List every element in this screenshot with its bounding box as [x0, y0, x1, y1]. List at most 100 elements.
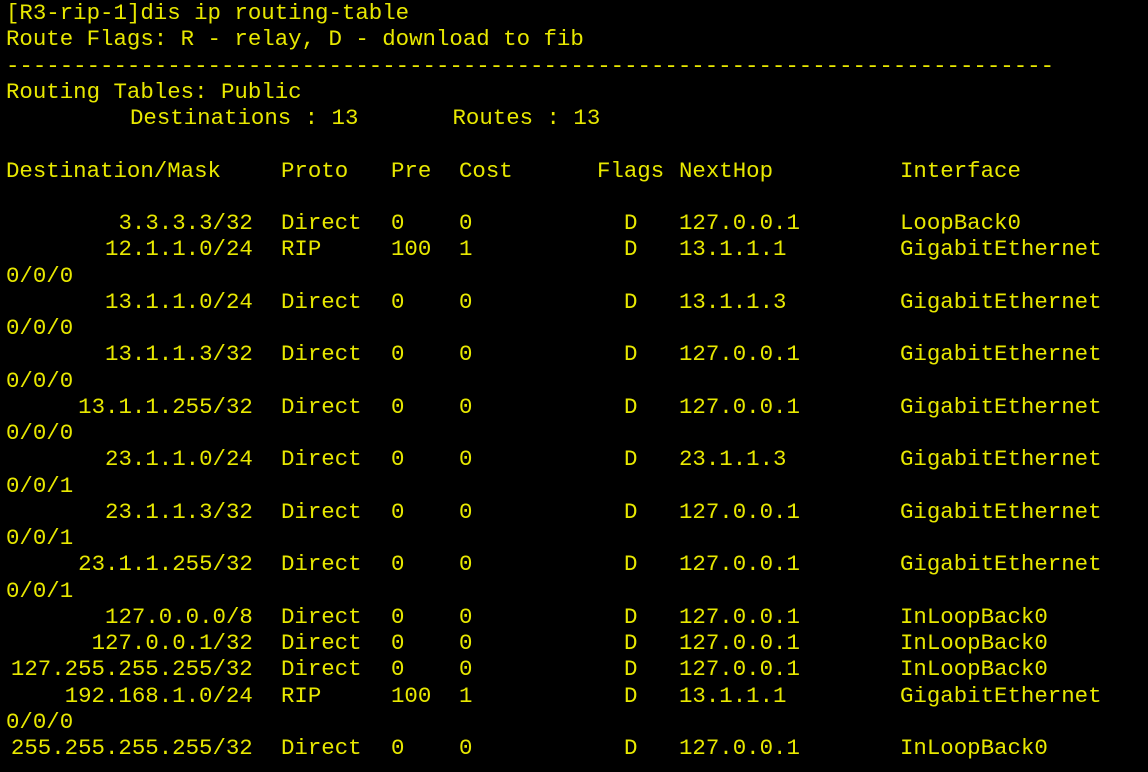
route-proto: Direct: [281, 210, 362, 236]
table-row: 192.168.1.0/24 RIP 100 1 D 13.1.1.1 GigabitEth…: [6, 683, 1148, 709]
route-proto: Direct: [281, 446, 362, 473]
route-flags: D: [624, 288, 638, 315]
route-cost: 0: [459, 551, 473, 578]
route-proto: Direct: [281, 551, 362, 578]
route-pre: 0: [391, 393, 405, 420]
route-destination: 23.1.1.0/24: [105, 446, 253, 473]
table-row: 23.1.1.255/32 Direct 0 0 D 127.0.0.1 GigabitEt…: [6, 551, 1148, 577]
header-cost: Cost: [459, 157, 513, 184]
table-row: 127.0.0.0/8 Direct 0 0 D 127.0.0.1 InLoopBack0: [6, 604, 1148, 630]
table-row: 13.1.1.3/32 Direct 0 0 D 127.0.0.1 GigabitEthe…: [6, 341, 1148, 367]
route-cost: 0: [459, 735, 473, 761]
route-pre: 0: [391, 498, 405, 525]
route-interface: GigabitEthernet: [900, 551, 1102, 578]
route-interface: GigabitEthernet: [900, 682, 1102, 709]
route-nexthop: 127.0.0.1: [679, 551, 800, 578]
route-pre: 100: [391, 682, 432, 709]
interface-continuation: 0/0/0: [6, 367, 74, 394]
separator-line: ----------------------------------------…: [6, 52, 1055, 79]
table-row: 23.1.1.3/32 Direct 0 0 D 127.0.0.1 GigabitEthe…: [6, 499, 1148, 525]
route-cost: 0: [459, 288, 473, 315]
header-interface: Interface: [900, 157, 1021, 184]
route-nexthop: 127.0.0.1: [679, 498, 800, 525]
route-proto: Direct: [281, 603, 362, 630]
route-destination: 127.0.0.0/8: [105, 603, 253, 630]
route-pre: 0: [391, 656, 405, 683]
route-flags: D: [624, 236, 638, 263]
route-interface: GigabitEthernet: [900, 393, 1102, 420]
route-destination: 13.1.1.3/32: [105, 341, 253, 368]
route-destination: 127.255.255.255/32: [10, 656, 253, 683]
route-pre: 100: [391, 236, 432, 263]
route-pre: 0: [391, 630, 405, 656]
route-proto: Direct: [281, 393, 362, 420]
route-cost: 0: [459, 341, 473, 368]
command-line: [R3-rip-1]dis ip routing-table: [6, 0, 410, 26]
route-flags: D: [624, 210, 638, 236]
route-interface: GigabitEthernet: [900, 236, 1102, 263]
table-row: 3.3.3.3/32 Direct 0 0 D 127.0.0.1 LoopBack0: [6, 210, 1148, 236]
route-flags: D: [624, 498, 638, 525]
route-interface: LoopBack0: [900, 210, 1021, 236]
route-destination: 127.0.0.1/32: [91, 630, 253, 656]
route-nexthop: 127.0.0.1: [679, 735, 800, 761]
table-row: 127.255.255.255/32 Direct 0 0 D 127.0.0.1 InLo…: [6, 656, 1148, 682]
route-cost: 0: [459, 210, 473, 236]
route-flags: D: [624, 393, 638, 420]
route-nexthop: 13.1.1.1: [679, 682, 787, 709]
route-proto: Direct: [281, 288, 362, 315]
terminal-window[interactable]: [R3-rip-1]dis ip routing-table Route Fla…: [6, 0, 1148, 772]
table-row: 13.1.1.255/32 Direct 0 0 D 127.0.0.1 GigabitEt…: [6, 394, 1148, 420]
route-interface: GigabitEthernet: [900, 498, 1102, 525]
route-proto: Direct: [281, 735, 362, 761]
route-destination: 12.1.1.0/24: [105, 236, 253, 263]
table-row: 127.0.0.1/32 Direct 0 0 D 127.0.0.1 InLoopBack…: [6, 630, 1148, 656]
route-nexthop: 127.0.0.1: [679, 210, 800, 236]
route-proto: RIP: [281, 236, 322, 263]
route-cost: 0: [459, 446, 473, 473]
route-flags: D: [624, 446, 638, 473]
route-flags: D: [624, 735, 638, 761]
route-flags: D: [624, 656, 638, 683]
route-flags: D: [624, 603, 638, 630]
route-pre: 0: [391, 288, 405, 315]
interface-continuation: 0/0/1: [6, 525, 74, 551]
route-flags: D: [624, 341, 638, 368]
route-cost: 1: [459, 236, 473, 263]
table-row: 12.1.1.0/24 RIP 100 1 D 13.1.1.1 GigabitEthern…: [6, 236, 1148, 262]
interface-continuation: 0/0/0: [6, 315, 74, 341]
route-interface: GigabitEthernet: [900, 341, 1102, 368]
route-flags: D: [624, 630, 638, 656]
summary-counts: Destinations : 13 Routes : 13: [130, 105, 601, 131]
header-nexthop: NextHop: [679, 157, 774, 184]
route-cost: 0: [459, 630, 473, 656]
route-interface: InLoopBack0: [900, 735, 1048, 761]
route-destination: 3.3.3.3/32: [118, 210, 253, 236]
header-flags: Flags: [597, 157, 665, 184]
route-pre: 0: [391, 735, 405, 761]
table-row: 23.1.1.0/24 Direct 0 0 D 23.1.1.3 GigabitEther…: [6, 446, 1148, 472]
route-proto: RIP: [281, 682, 322, 709]
routing-tables-label: Routing Tables: Public: [6, 78, 302, 105]
route-destination: 13.1.1.0/24: [105, 288, 253, 315]
route-destination: 23.1.1.255/32: [78, 551, 253, 578]
route-pre: 0: [391, 551, 405, 578]
table-row: 13.1.1.0/24 Direct 0 0 D 13.1.1.3 GigabitEther…: [6, 289, 1148, 315]
route-proto: Direct: [281, 341, 362, 368]
summary-line: Destinations : 13 Routes : 13: [6, 105, 1148, 131]
interface-continuation: 0/0/0: [6, 420, 74, 446]
route-destination: 23.1.1.3/32: [105, 498, 253, 525]
route-pre: 0: [391, 341, 405, 368]
route-nexthop: 127.0.0.1: [679, 341, 800, 368]
route-proto: Direct: [281, 630, 362, 656]
route-proto: Direct: [281, 656, 362, 683]
route-nexthop: 127.0.0.1: [679, 656, 800, 683]
header-pre: Pre: [391, 157, 432, 184]
interface-continuation: 0/0/0: [6, 262, 74, 289]
route-nexthop: 13.1.1.3: [679, 288, 787, 315]
route-flags: D: [624, 551, 638, 578]
header-proto: Proto: [281, 157, 349, 184]
interface-continuation: 0/0/0: [6, 708, 74, 735]
